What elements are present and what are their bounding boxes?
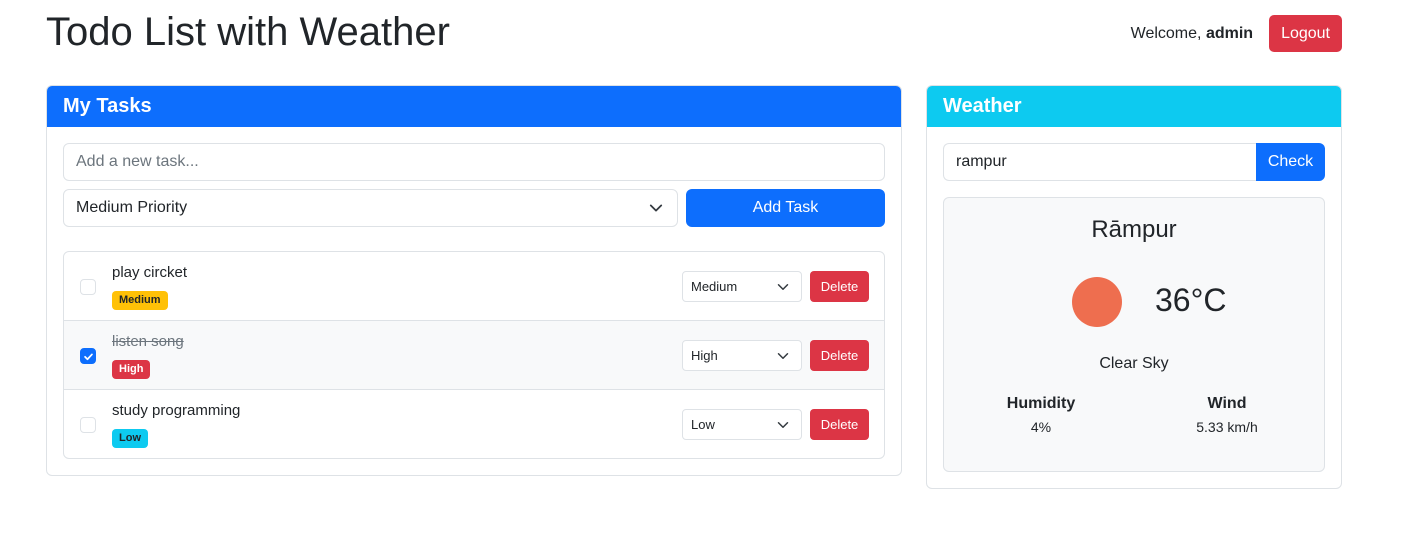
temperature: 36°C (1155, 282, 1227, 318)
priority-badge: Medium (112, 291, 168, 310)
task-title: play circket (112, 264, 188, 281)
chevron-down-icon (777, 352, 789, 359)
task-priority-select[interactable]: Low (682, 409, 802, 440)
check-icon (83, 353, 93, 360)
task-checkbox[interactable] (80, 279, 96, 295)
task-priority-value: Medium (691, 279, 738, 294)
new-task-input[interactable]: Add a new task... (63, 143, 885, 181)
user-area: Welcome, admin Logout (1131, 15, 1342, 52)
chevron-down-icon (777, 421, 789, 428)
task-priority-select[interactable]: Medium (682, 271, 802, 302)
username: admin (1205, 24, 1254, 42)
wind-value: 5.33 km/h (1196, 419, 1258, 435)
task-item: study programming Low Low Delete (64, 390, 884, 458)
weather-condition: Clear Sky (1099, 355, 1169, 372)
priority-badge: Low (112, 429, 148, 448)
task-item: listen song High High Delete (64, 321, 884, 390)
weather-result: Rāmpur 36°C Clear Sky Humidity 4% Wind 5… (943, 197, 1325, 472)
city-input[interactable]: rampur (943, 143, 1257, 181)
humidity-label: Humidity (1006, 395, 1076, 412)
check-weather-button[interactable]: Check (1256, 143, 1325, 181)
city-name: Rāmpur (1091, 216, 1177, 243)
delete-button[interactable]: Delete (810, 409, 869, 440)
welcome-prefix: Welcome, (1130, 24, 1202, 42)
task-list: play circket Medium Medium Delete listen… (63, 251, 885, 459)
humidity-value: 4% (1030, 419, 1052, 435)
task-title: listen song (112, 333, 184, 350)
weather-card-header: Weather (927, 86, 1341, 127)
task-priority-value: High (691, 348, 718, 363)
chevron-down-icon (649, 204, 663, 212)
delete-button[interactable]: Delete (810, 271, 869, 302)
tasks-card-header: My Tasks (47, 86, 901, 127)
page-title: Todo List with Weather (46, 10, 450, 54)
wind-label: Wind (1207, 395, 1247, 412)
logout-button[interactable]: Logout (1269, 15, 1342, 52)
task-priority-select[interactable]: High (682, 340, 802, 371)
task-checkbox[interactable] (80, 417, 96, 433)
delete-button[interactable]: Delete (810, 340, 869, 371)
chevron-down-icon (777, 283, 789, 290)
task-title: study programming (112, 402, 241, 419)
humidity-stat: Humidity 4% (966, 395, 1116, 435)
priority-select-value: Medium Priority (76, 199, 188, 216)
priority-select[interactable]: Medium Priority (63, 189, 678, 227)
weather-card: Weather rampur Check Rāmpur 36°C Clear S… (926, 85, 1342, 489)
task-item: play circket Medium Medium Delete (64, 252, 884, 321)
wind-stat: Wind 5.33 km/h (1152, 395, 1302, 435)
sun-icon (1072, 277, 1122, 327)
priority-badge: High (112, 360, 151, 379)
task-priority-value: Low (691, 417, 715, 432)
welcome-text: Welcome, admin (1131, 25, 1253, 43)
add-task-button[interactable]: Add Task (686, 189, 885, 227)
tasks-card: My Tasks Add a new task... Medium Priori… (46, 85, 902, 476)
task-checkbox[interactable] (80, 348, 96, 364)
